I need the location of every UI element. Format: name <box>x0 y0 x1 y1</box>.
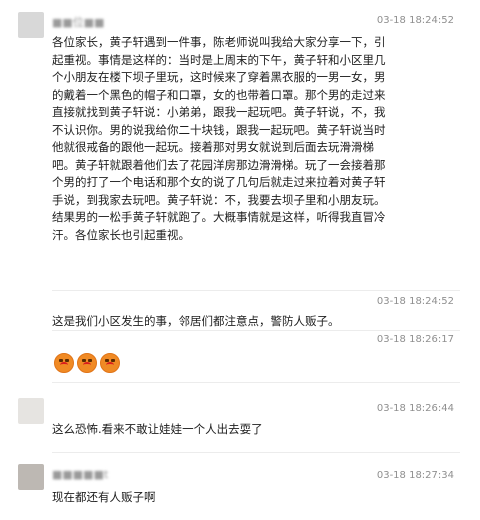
comment-text: 各位家长，黄子轩遇到一件事，陈老师说叫我给大家分享一下，引起重视。事情是这样的：… <box>52 35 386 242</box>
comment-text: 这是我们小区发生的事，邻居们都注意点，警防人贩子。 <box>52 314 340 328</box>
angry-face-icon <box>100 353 120 373</box>
avatar[interactable] <box>18 464 44 490</box>
comment-text: 这么恐怖.看来不敢让娃娃一个人出去耍了 <box>52 422 263 436</box>
avatar[interactable] <box>18 398 44 424</box>
emoji-row <box>54 353 120 373</box>
timestamp: 03-18 18:24:52 <box>376 15 454 26</box>
divider <box>52 382 460 383</box>
divider <box>52 452 460 453</box>
divider <box>52 290 460 291</box>
username[interactable]: ■■■■■t <box>52 468 108 481</box>
timestamp: 03-18 18:27:34 <box>376 470 454 481</box>
angry-face-icon <box>54 353 74 373</box>
comment-text: 现在都还有人贩子啊 <box>52 490 156 504</box>
timestamp: 03-18 18:26:44 <box>376 403 454 414</box>
username[interactable]: ■■位■■ <box>52 14 105 30</box>
timestamp: 03-18 18:26:17 <box>376 334 454 345</box>
timestamp: 03-18 18:24:52 <box>376 296 454 307</box>
divider <box>52 330 460 331</box>
avatar[interactable] <box>18 12 44 38</box>
angry-face-icon <box>77 353 97 373</box>
